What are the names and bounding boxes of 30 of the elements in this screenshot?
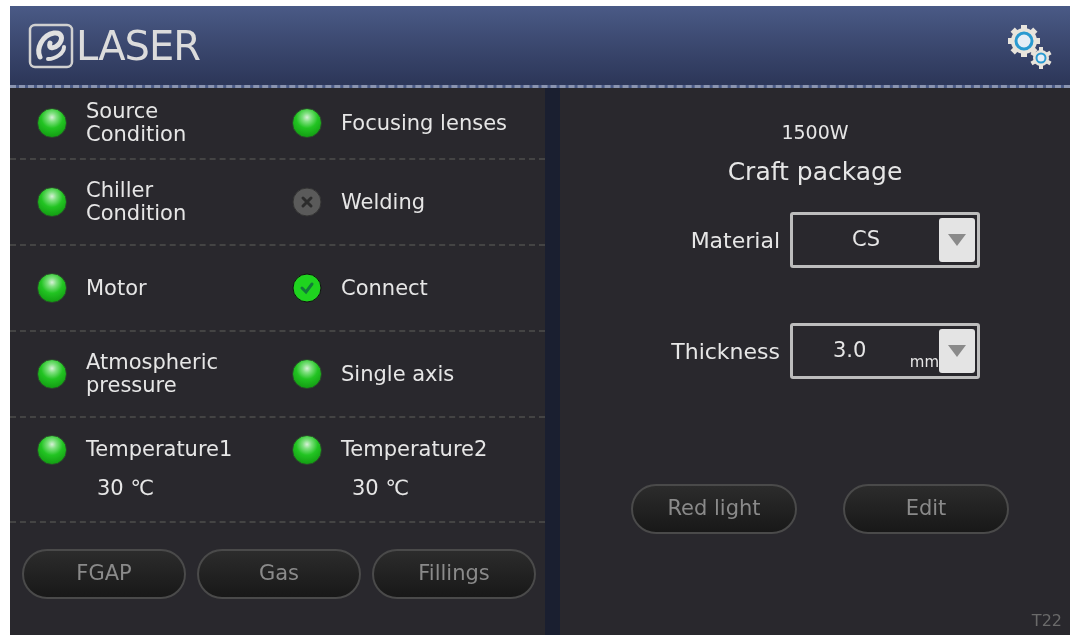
unit-label: mm xyxy=(909,351,939,373)
indicator-label: Atmospheric pressure xyxy=(86,351,220,397)
indicator-label: Source Condition xyxy=(86,100,188,146)
temperature-reading: 30 ℃ xyxy=(352,474,410,502)
pill-button[interactable]: Edit xyxy=(843,484,1009,534)
pill-button[interactable]: Red light xyxy=(631,484,797,534)
indicator-label: Connect xyxy=(341,276,428,300)
indicator-label: Welding xyxy=(341,190,426,214)
dropdown-value: 3.0 xyxy=(832,337,868,365)
indicator-label: Chiller Condition xyxy=(86,179,188,225)
indicator-label: Motor xyxy=(86,276,147,300)
indicator-label: Focusing lenses xyxy=(341,111,507,135)
field-label: Material xyxy=(689,226,780,255)
settings-icon[interactable] xyxy=(1006,22,1052,69)
dropdown-field[interactable]: 3.0 mm xyxy=(790,323,980,379)
indicator-label: Single axis xyxy=(341,362,455,386)
dropdown-value: CS xyxy=(851,226,881,254)
pill-button[interactable]: Gas xyxy=(197,549,361,599)
field-label: Thickness xyxy=(670,337,780,366)
logo-icon xyxy=(28,22,74,69)
logo-text: LASER xyxy=(76,25,201,66)
indicator-label: Temperature1 xyxy=(86,438,233,462)
power-label: 1500W xyxy=(781,120,849,145)
pill-button[interactable]: FGAP xyxy=(22,549,186,599)
pill-button[interactable]: Fillings xyxy=(372,549,536,599)
dropdown-field[interactable]: CS xyxy=(790,212,980,268)
temperature-reading: 30 ℃ xyxy=(97,474,155,502)
craft-title: Craft package xyxy=(727,155,903,188)
screen-code: T22 xyxy=(1031,610,1062,632)
indicator-label: Temperature2 xyxy=(341,438,488,462)
